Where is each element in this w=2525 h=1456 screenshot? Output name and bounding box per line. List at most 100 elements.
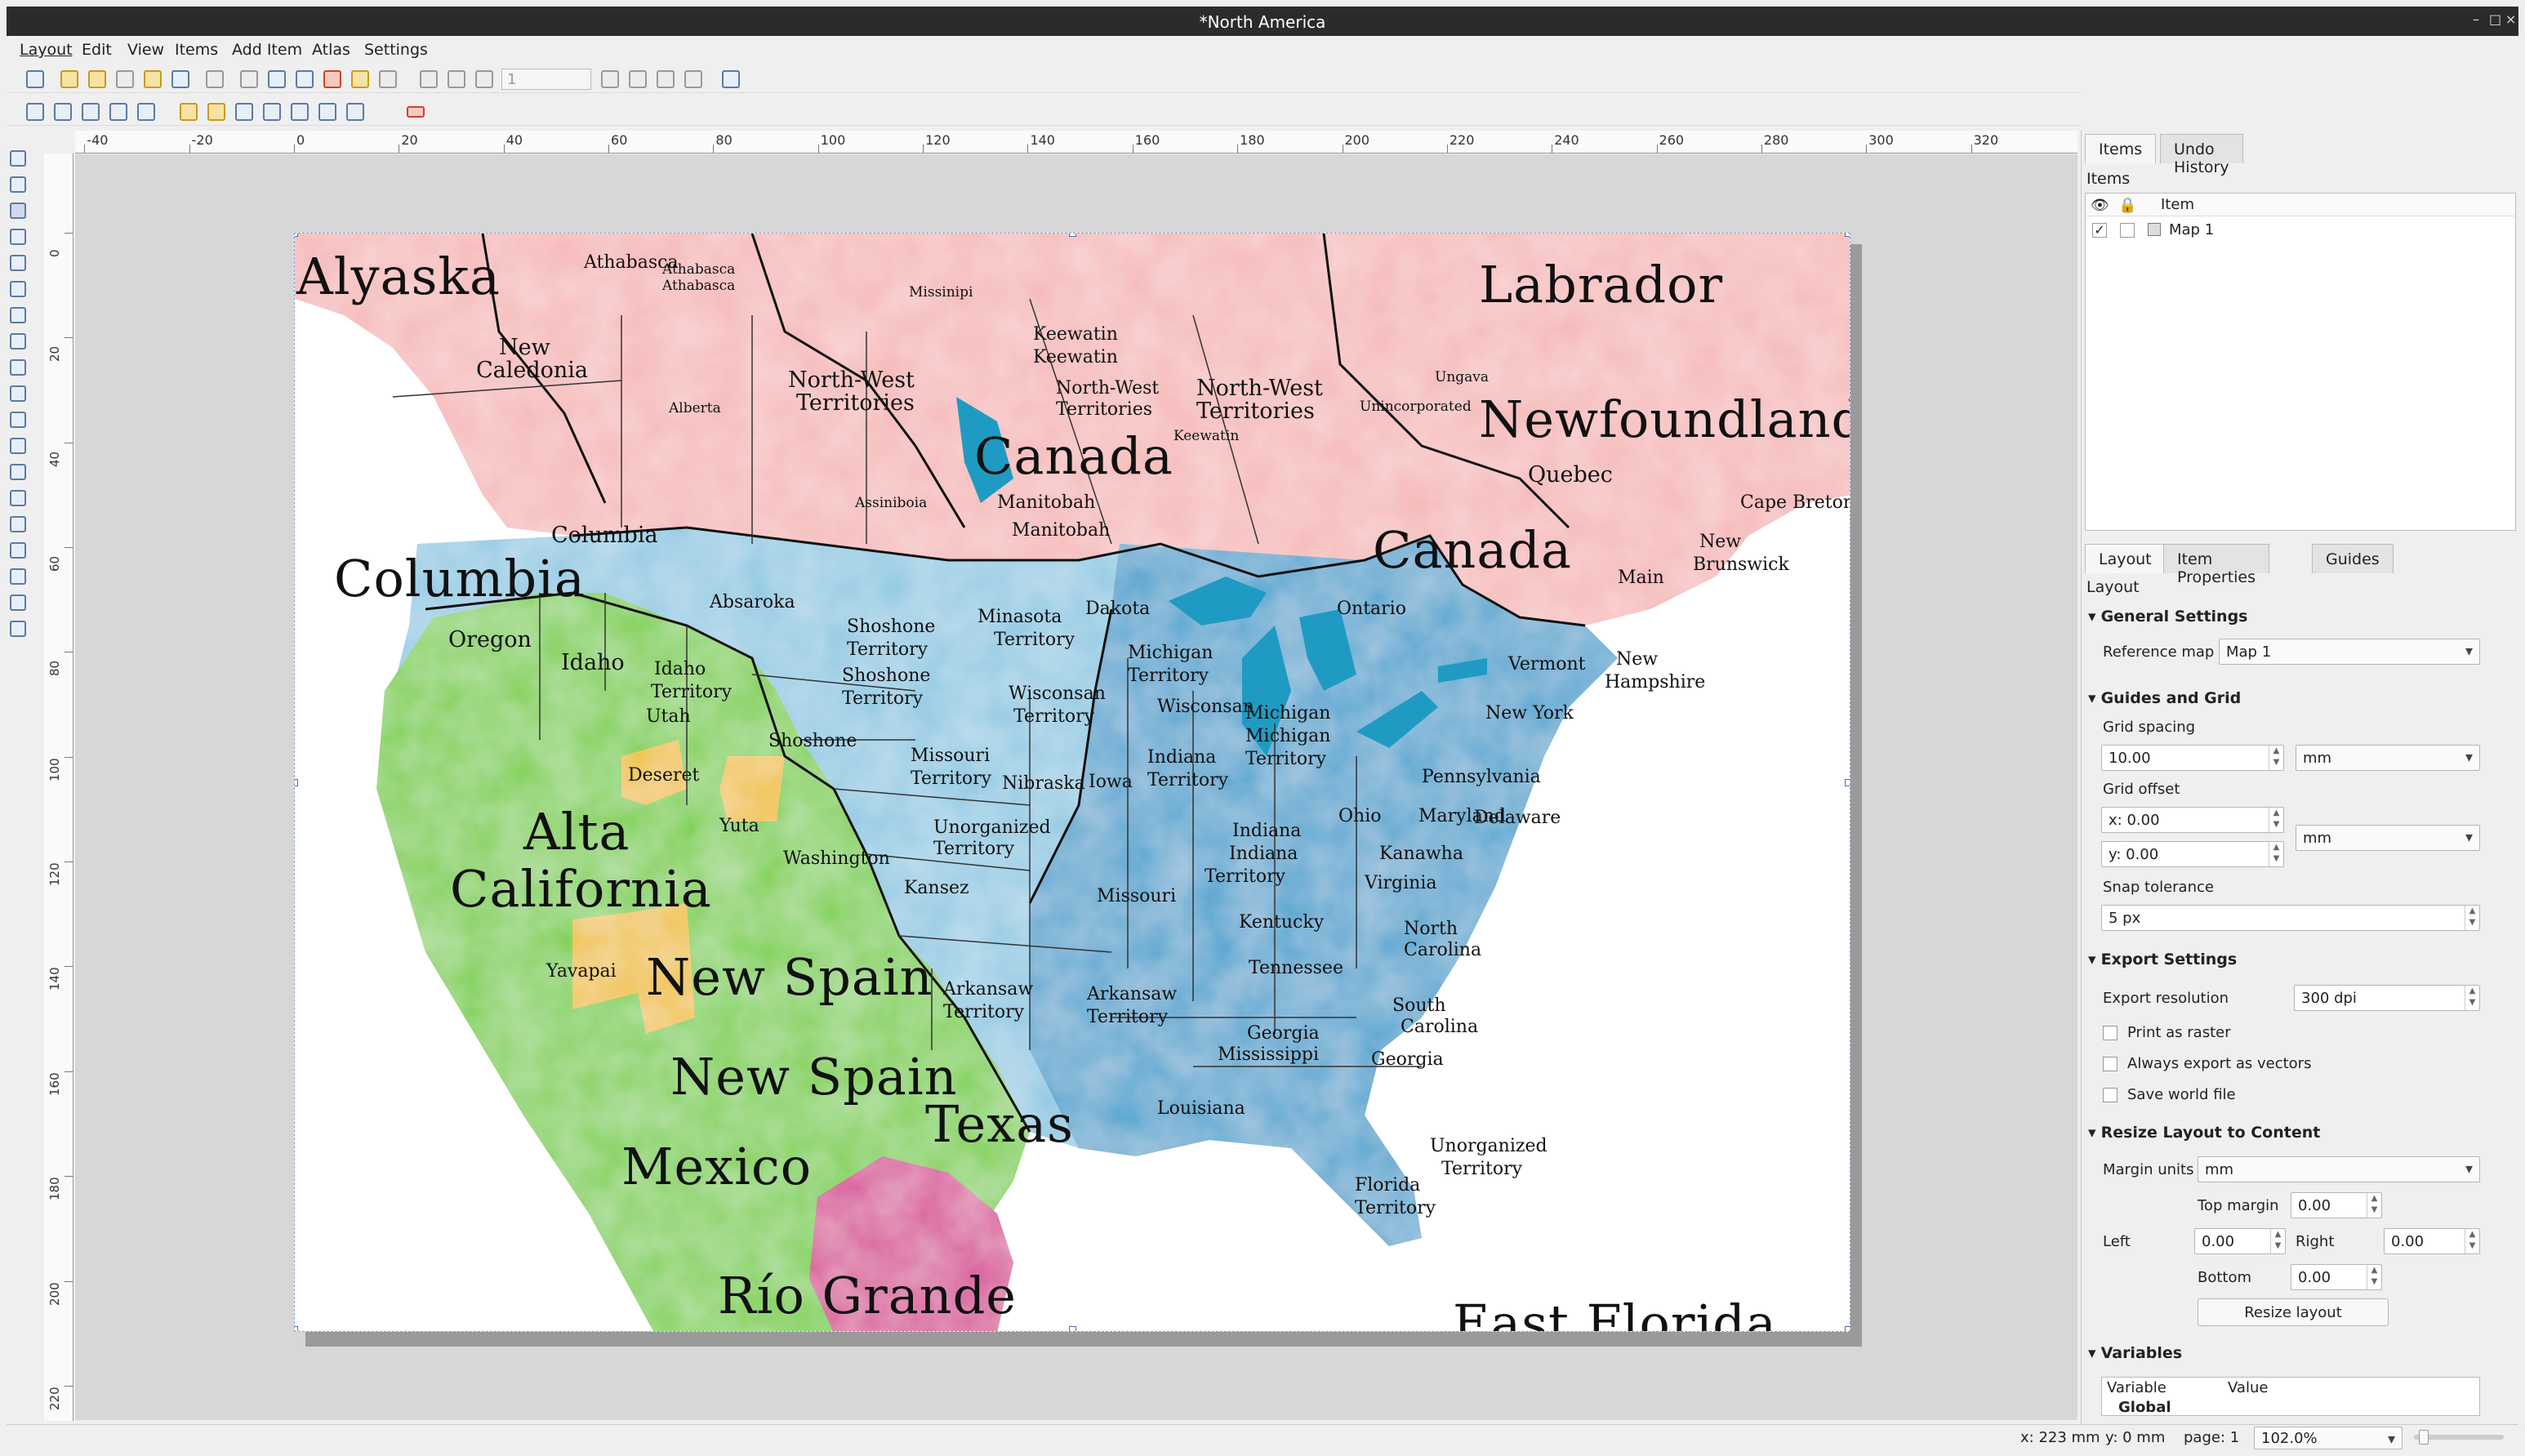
distribute-icon[interactable] [318, 103, 336, 121]
tab-item-properties[interactable]: Item Properties [2163, 544, 2270, 586]
add-map-icon[interactable] [10, 281, 26, 297]
add-attribute-table-icon[interactable] [10, 594, 26, 611]
menu-add-item[interactable]: Add Item [232, 41, 302, 59]
lock-items-icon[interactable] [407, 106, 425, 118]
add-marker-icon[interactable] [10, 490, 26, 506]
list-item[interactable]: ✓ Map 1 [2086, 220, 2515, 243]
menu-atlas[interactable]: Atlas [312, 41, 350, 59]
page-setup-icon[interactable] [206, 70, 224, 88]
menu-view[interactable]: View [127, 41, 164, 59]
zoom-select[interactable]: 102.0% [2254, 1427, 2403, 1449]
add-fixed-table-icon[interactable] [10, 621, 26, 637]
selection-handle[interactable] [1069, 234, 1076, 237]
atlas-print-icon[interactable] [657, 70, 675, 88]
atlas-preview-icon[interactable] [420, 70, 438, 88]
export-resolution-input[interactable]: 300 dpi ▲ ▼ [2294, 985, 2480, 1011]
previous-feature-icon[interactable] [475, 70, 493, 88]
zoom-100-icon[interactable] [82, 103, 100, 121]
undo-icon[interactable] [351, 70, 369, 88]
guides-grid-header[interactable]: Guides and Grid [2088, 689, 2242, 707]
add-label-icon[interactable] [10, 359, 26, 376]
last-feature-icon[interactable] [629, 70, 647, 88]
selection-handle[interactable] [1845, 779, 1850, 786]
selection-handle[interactable] [1069, 1326, 1076, 1331]
align-left-icon[interactable] [291, 103, 309, 121]
add-arrow-icon[interactable] [10, 516, 26, 532]
zoom-full-icon[interactable] [109, 103, 127, 121]
export-vectors-checkbox[interactable] [2103, 1057, 2118, 1071]
layout-page[interactable]: Alyaska Labrador Newfoundland Canada Canada C… [294, 233, 1850, 1332]
save-world-file-checkbox[interactable] [2103, 1088, 2118, 1102]
grid-offset-unit-select[interactable]: mm [2296, 825, 2480, 851]
menu-settings[interactable]: Settings [364, 41, 428, 59]
tab-items[interactable]: Items [2085, 134, 2157, 163]
top-margin-input[interactable]: 0.00 ▲ ▼ [2291, 1192, 2382, 1218]
refresh-icon[interactable] [137, 103, 155, 121]
export-image-icon[interactable] [268, 70, 286, 88]
menu-items[interactable]: Items [175, 41, 218, 59]
print-icon[interactable] [240, 70, 258, 88]
pan-icon[interactable] [10, 150, 26, 167]
grid-offset-x-input[interactable]: x: 0.00 ▲ ▼ [2101, 807, 2284, 833]
margin-units-select[interactable]: mm [2198, 1156, 2480, 1182]
minimize-button[interactable]: – [2473, 11, 2479, 27]
items-list[interactable]: 👁 🔒 Item ✓ Map 1 [2085, 193, 2516, 531]
add-shape-icon[interactable] [10, 464, 26, 480]
duplicate-layout-icon[interactable] [88, 70, 106, 88]
variables-header[interactable]: Variables [2088, 1344, 2183, 1362]
first-feature-icon[interactable] [448, 70, 465, 88]
add-scalebar-icon[interactable] [10, 412, 26, 428]
selection-handle[interactable] [295, 1326, 298, 1331]
right-margin-input[interactable]: 0.00 ▲ ▼ [2384, 1228, 2480, 1254]
spin-icon[interactable]: ▲ ▼ [2367, 1193, 2381, 1218]
atlas-page-field[interactable]: 1 [501, 69, 591, 90]
export-svg-icon[interactable] [296, 70, 314, 88]
next-feature-icon[interactable] [601, 70, 619, 88]
spin-icon[interactable]: ▲ ▼ [2367, 1265, 2381, 1289]
ungroup-icon[interactable] [207, 103, 225, 121]
spin-icon[interactable]: ▲ ▼ [2465, 906, 2479, 930]
zoom-tool-icon[interactable] [10, 176, 26, 193]
snap-tolerance-input[interactable]: 5 px ▲ ▼ [2101, 905, 2480, 931]
left-margin-input[interactable]: 0.00 ▲ ▼ [2194, 1228, 2286, 1254]
spin-icon[interactable]: ▲ ▼ [2269, 808, 2283, 832]
atlas-export-icon[interactable] [684, 70, 702, 88]
redo-icon[interactable] [379, 70, 397, 88]
select-move-icon[interactable] [10, 203, 26, 219]
menu-layout[interactable]: Layout [20, 41, 73, 59]
grid-spacing-input[interactable]: 10.00 ▲ ▼ [2101, 745, 2284, 771]
spin-icon[interactable]: ▲ ▼ [2269, 842, 2283, 866]
reference-map-select[interactable]: Map 1 [2219, 639, 2480, 665]
tab-layout[interactable]: Layout [2085, 544, 2166, 573]
selection-handle[interactable] [295, 234, 298, 237]
export-settings-header[interactable]: Export Settings [2088, 951, 2238, 968]
add-picture-icon[interactable] [10, 333, 26, 350]
resize-icon[interactable] [346, 103, 364, 121]
add-html-icon[interactable] [10, 568, 26, 585]
raise-icon[interactable] [235, 103, 253, 121]
move-content-icon[interactable] [10, 229, 26, 245]
save-icon[interactable] [26, 70, 44, 88]
edit-nodes-icon[interactable] [10, 255, 26, 271]
grid-unit-select[interactable]: mm [2296, 745, 2480, 771]
spin-icon[interactable]: ▲ ▼ [2465, 1229, 2479, 1253]
resize-layout-header[interactable]: Resize Layout to Content [2088, 1124, 2321, 1142]
selection-handle[interactable] [295, 779, 298, 786]
save-template-icon[interactable] [171, 70, 189, 88]
grid-offset-y-input[interactable]: y: 0.00 ▲ ▼ [2101, 841, 2284, 867]
group-icon[interactable] [180, 103, 198, 121]
zoom-in-icon[interactable] [26, 103, 44, 121]
tab-guides[interactable]: Guides [2312, 544, 2394, 573]
close-button[interactable]: × [2505, 11, 2516, 27]
spin-icon[interactable]: ▲ ▼ [2465, 986, 2479, 1010]
variables-table[interactable]: Variable Value Global [2101, 1377, 2480, 1416]
new-layout-icon[interactable] [60, 70, 78, 88]
lock-checkbox[interactable] [2120, 223, 2135, 238]
zoom-out-icon[interactable] [54, 103, 72, 121]
resize-layout-button[interactable]: Resize layout [2198, 1298, 2389, 1326]
variables-global-row[interactable]: Global [2118, 1399, 2171, 1415]
maximize-button[interactable]: □ [2489, 11, 2501, 27]
visibility-checkbox[interactable]: ✓ [2092, 223, 2107, 238]
layout-manager-icon[interactable] [116, 70, 134, 88]
tab-undo-history[interactable]: Undo History [2160, 134, 2243, 176]
